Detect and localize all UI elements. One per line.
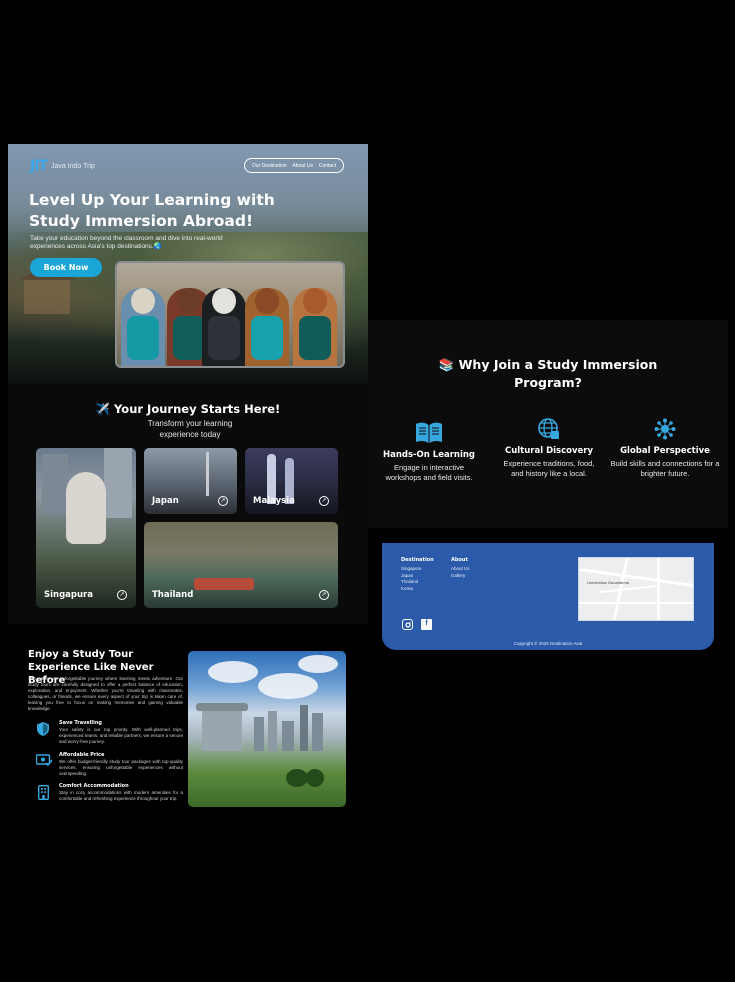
why-item-title: Global Perspective [620,446,710,456]
building-icon [36,784,50,801]
feature-title: Save Travelling [59,720,102,726]
singapore-skyline-photo [188,651,346,807]
journey-section: ✈️ Your Journey Starts Here! Transform y… [8,384,368,624]
arrow-up-right-icon[interactable]: ↗ [319,590,329,600]
destination-card-malaysia[interactable]: Malaysia ↗ [245,448,338,514]
arrow-up-right-icon[interactable]: ↗ [319,496,329,506]
feature-desc: Your safety is our top priority. With we… [59,727,183,744]
footer-column-heading: About [451,557,468,563]
book-now-button[interactable]: Book Now [30,258,102,277]
footer-column-heading: Destination [401,557,434,563]
feature-safe-travelling: Save Travelling Your safety is our top p… [28,720,188,748]
destination-name: Singapura [44,590,93,600]
enjoy-section: Enjoy a Study Tour Experience Like Never… [8,632,368,832]
footer: Destination Singapore Japan Thailand Kor… [382,543,714,650]
feature-title: Affordable Price [59,752,105,758]
footer-about-column: About About Us Gallery [451,557,470,579]
arrow-up-right-icon[interactable]: ↗ [117,590,127,600]
nav-link-contact[interactable]: Contact [319,163,336,169]
destination-name: Malaysia [253,496,295,506]
building-shape [42,454,68,514]
building-shape [196,703,248,711]
building-shape [202,711,242,751]
facebook-icon[interactable]: f [421,619,432,630]
destination-card-thailand[interactable]: Thailand ↗ [144,522,338,608]
price-tag-icon [35,754,53,768]
why-item-desc: Experience traditions, food, and history… [503,459,595,478]
network-icon [609,418,721,442]
building-shape [104,448,132,518]
destination-card-singapura[interactable]: Singapura ↗ [36,448,136,608]
location-map[interactable]: Universitas Gunadarma [578,557,694,621]
feature-desc: Stay in cozy accommodations with modern … [59,790,183,801]
enjoy-body: Join us for an unforgettable journey whe… [28,676,183,711]
social-links: f [402,619,432,630]
destination-name: Japan [152,496,179,506]
hero-subtitle: Take your education beyond the classroom… [30,235,223,250]
merlion-statue [66,472,106,544]
journey-title: ✈️ Your Journey Starts Here! [95,402,281,416]
why-item-cultural: Cultural Discovery Experience traditions… [499,418,599,479]
globe-icon [499,418,599,442]
why-item-title: Hands-On Learning [382,450,476,460]
footer-link-korea[interactable]: Korea [401,586,434,593]
feature-affordable-price: Affordable Price We offer budget-friendl… [28,752,188,780]
footer-link-about-us[interactable]: About Us [451,566,470,573]
footer-destination-column: Destination Singapore Japan Thailand Kor… [401,557,434,592]
hero-title: Level Up Your Learning with Study Immers… [29,191,275,230]
why-section: 📚 Why Join a Study Immersion Program? Ha… [368,320,728,528]
feature-title: Comfort Accommodation [59,783,129,789]
why-item-desc: Build skills and connections for a brigh… [610,459,720,478]
student-figure [121,288,165,366]
why-item-title: Cultural Discovery [504,446,594,456]
why-item-desc: Engage in interactive workshops and fiel… [385,463,473,482]
nav-link-destination[interactable]: Our Destination [252,163,287,169]
hero-section: JIT Java Indo Trip Our Destination About… [8,144,368,384]
destination-name: Thailand [152,590,194,600]
footer-link-gallery[interactable]: Gallery [451,573,470,580]
instagram-icon[interactable] [402,619,413,630]
why-item-global: Global Perspective Build skills and conn… [609,418,721,479]
nav-link-about[interactable]: About Us [292,163,313,169]
logo-text: Java Indo Trip [50,162,95,170]
feature-comfort-accommodation: Comfort Accommodation Stay in cozy accom… [28,783,188,811]
map-pin-label: Universitas Gunadarma [587,580,630,585]
arrow-up-right-icon[interactable]: ↗ [218,496,228,506]
tower-shape [206,452,209,496]
journey-subtitle: Transform your learning experience today [147,419,233,439]
student-figure [202,288,246,366]
student-figure [293,288,337,366]
student-figure [245,288,289,366]
destination-card-japan[interactable]: Japan ↗ [144,448,237,514]
feature-desc: We offer budget-friendly study tour pack… [59,759,183,776]
students-photo [115,261,345,368]
copyright-text: Copyright © 2025 Destination Asia [513,641,583,646]
logo-mark: JIT [30,158,48,174]
top-nav: Our Destination About Us Contact [244,158,344,173]
shield-icon [36,722,50,736]
hero-house-decoration [18,264,76,314]
logo[interactable]: JIT Java Indo Trip [30,158,95,174]
why-item-hands-on: Hands-On Learning Engage in interactive … [379,422,479,483]
boat-shape [194,578,254,590]
book-icon [379,422,479,446]
why-title: 📚 Why Join a Study Immersion Program? [438,357,658,390]
